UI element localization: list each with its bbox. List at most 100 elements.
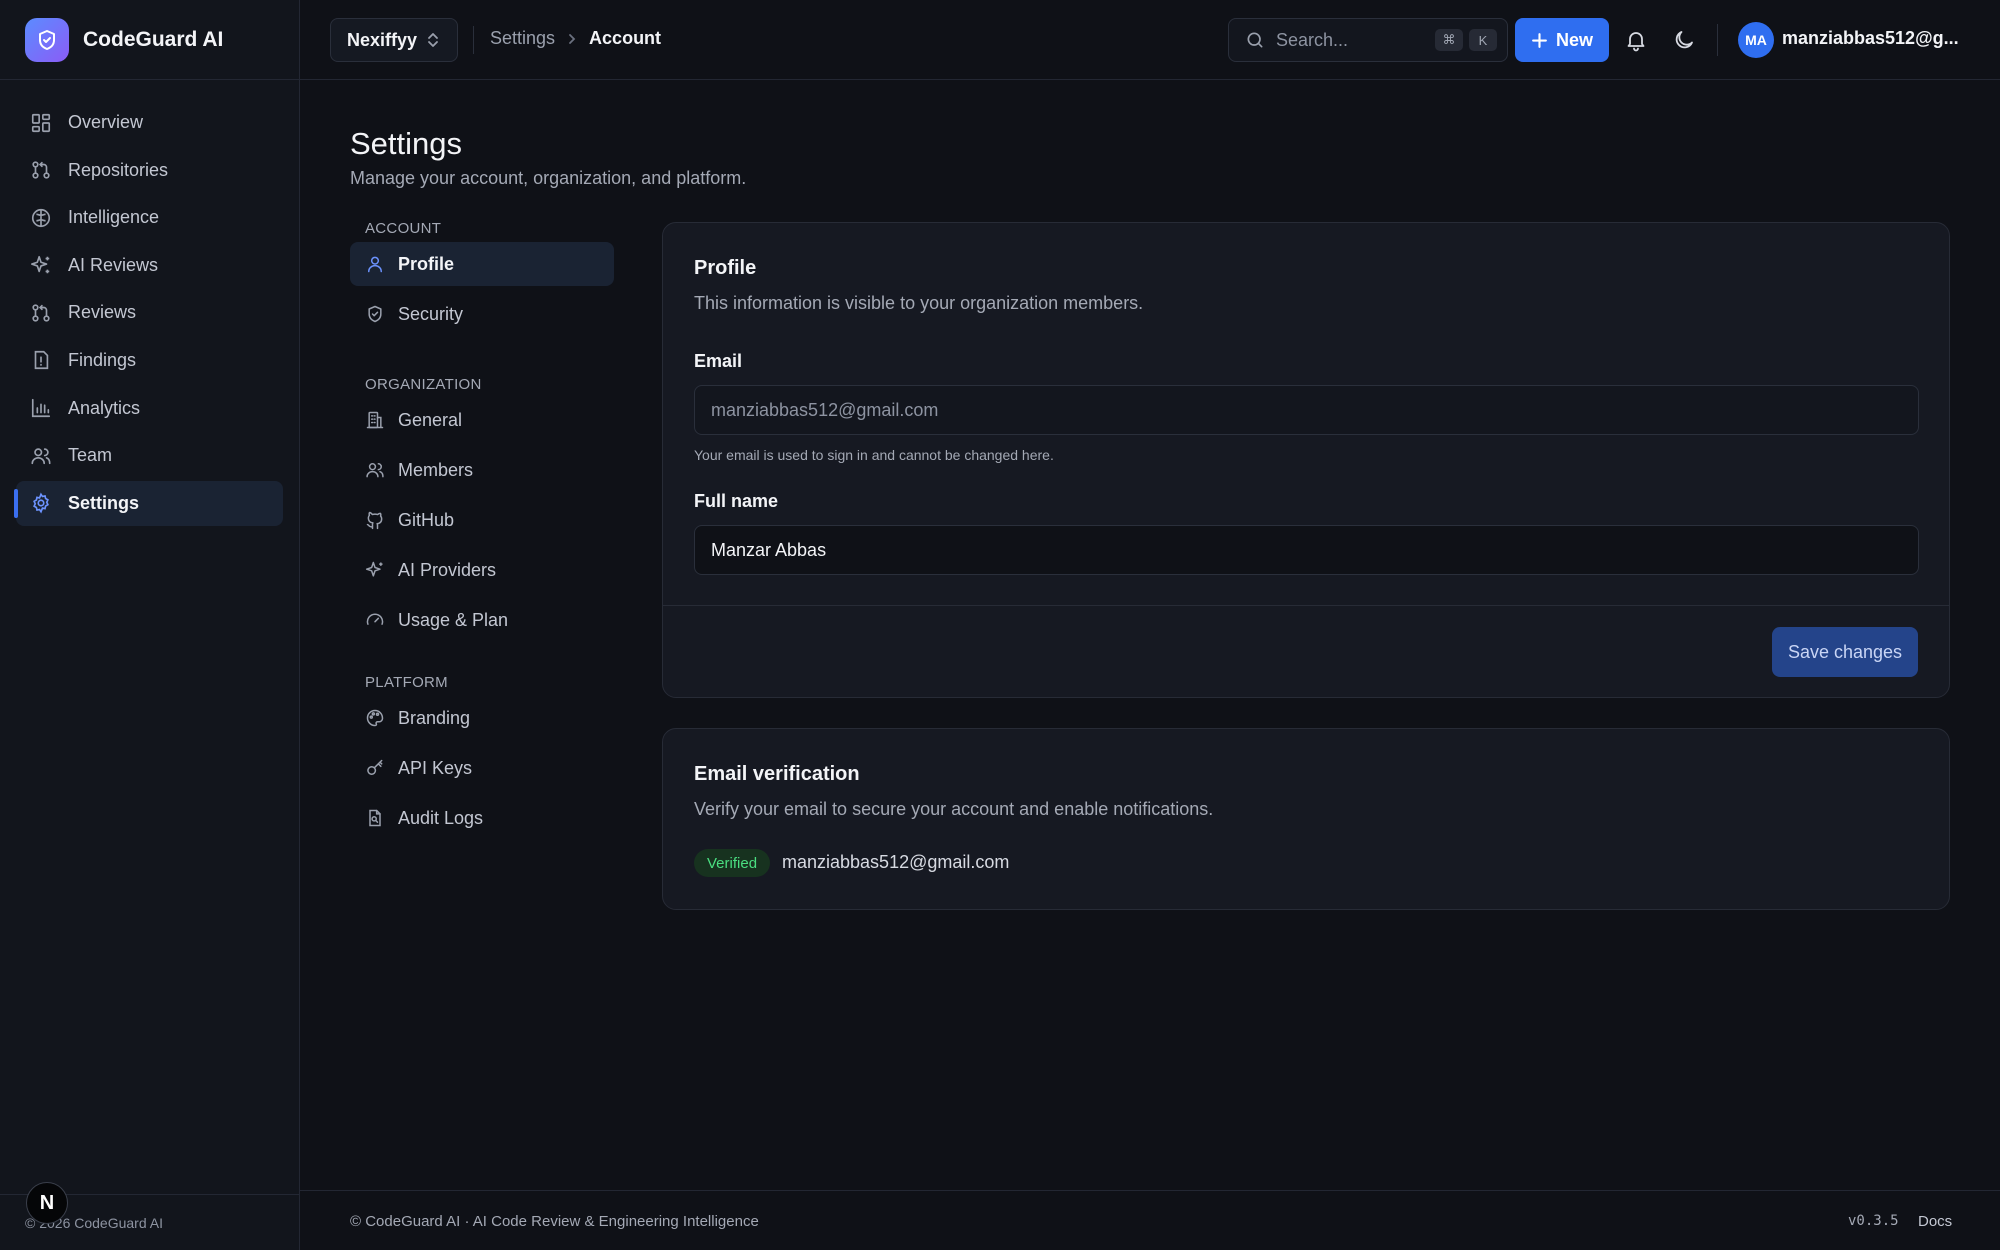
subnav-item-branding[interactable]: Branding bbox=[350, 696, 614, 740]
subnav-item-audit-logs[interactable]: Audit Logs bbox=[350, 796, 614, 840]
page-footer: © CodeGuard AI · AI Code Review & Engine… bbox=[300, 1190, 2000, 1250]
users-icon bbox=[30, 445, 52, 467]
sidebar-item-repositories[interactable]: Repositories bbox=[16, 148, 283, 193]
breadcrumb: Settings Account bbox=[490, 28, 661, 49]
subnav-item-general[interactable]: General bbox=[350, 398, 614, 442]
sparkles-icon bbox=[30, 254, 52, 276]
subnav-label: AI Providers bbox=[398, 559, 497, 580]
subnav-group-platform: PLATFORM bbox=[365, 674, 448, 691]
subnav-group-organization: ORGANIZATION bbox=[365, 376, 482, 393]
verified-email: manziabbas512@gmail.com bbox=[782, 852, 1010, 872]
git-pull-request-icon bbox=[30, 302, 52, 324]
shortcut-key-cmd: ⌘ bbox=[1435, 29, 1463, 51]
profile-description: This information is visible to your orga… bbox=[694, 293, 1144, 313]
plus-icon bbox=[1531, 32, 1548, 49]
email-verification-card: Email verification Verify your email to … bbox=[662, 728, 1950, 910]
user-menu[interactable]: manziabbas512@g... bbox=[1782, 28, 1959, 49]
search-placeholder: Search... bbox=[1276, 29, 1349, 50]
sidebar-item-label: Overview bbox=[68, 112, 144, 132]
sidebar-item-findings[interactable]: Findings bbox=[16, 338, 283, 383]
profile-title: Profile bbox=[694, 257, 757, 279]
subnav-label: API Keys bbox=[398, 757, 473, 778]
full-name-label: Full name bbox=[694, 491, 779, 511]
email-hint: Your email is used to sign in and cannot… bbox=[694, 447, 1054, 463]
subnav-item-usage-plan[interactable]: Usage & Plan bbox=[350, 598, 614, 642]
shield-icon bbox=[25, 17, 69, 62]
subnav-item-security[interactable]: Security bbox=[350, 292, 614, 336]
divider bbox=[473, 26, 474, 54]
key-icon bbox=[365, 758, 385, 778]
sidebar-item-label: Intelligence bbox=[68, 207, 160, 228]
verification-description: Verify your email to secure your account… bbox=[694, 799, 1214, 819]
users-icon bbox=[365, 460, 385, 480]
github-icon bbox=[365, 510, 385, 530]
brand-name: CodeGuard AI bbox=[83, 27, 224, 51]
subnav-label: Security bbox=[398, 303, 464, 324]
sidebar-item-label: AI Reviews bbox=[68, 254, 159, 275]
sidebar-item-label: Repositories bbox=[68, 159, 169, 180]
subnav-item-profile[interactable]: Profile bbox=[350, 242, 614, 286]
verified-badge: Verified bbox=[694, 849, 771, 877]
breadcrumb-settings[interactable]: Settings bbox=[490, 28, 555, 49]
sidebar-item-label: Analytics bbox=[68, 397, 141, 418]
gauge-icon bbox=[365, 610, 385, 630]
gear-icon bbox=[30, 492, 52, 514]
git-pull-request-icon bbox=[30, 159, 52, 181]
profile-card: Profile This information is visible to y… bbox=[662, 222, 1950, 698]
search-input[interactable]: Search... ⌘ K bbox=[1228, 18, 1508, 62]
subnav-group-account: ACCOUNT bbox=[365, 220, 442, 237]
sidebar-item-label: Reviews bbox=[68, 302, 137, 323]
sidebar-item-label: Findings bbox=[68, 349, 137, 370]
sidebar: CodeGuard AI Overview Repositories Intel… bbox=[0, 0, 300, 1250]
search-icon bbox=[1245, 30, 1265, 50]
dev-tools-badge[interactable]: N bbox=[26, 1182, 68, 1224]
avatar[interactable]: MA bbox=[1738, 22, 1774, 58]
main-content: Settings Manage your account, organizati… bbox=[300, 80, 2000, 1190]
full-name-field[interactable] bbox=[694, 525, 1919, 575]
sidebar-nav: Overview Repositories Intelligence AI Re… bbox=[0, 80, 299, 526]
subnav-label: General bbox=[398, 409, 463, 430]
save-changes-button[interactable]: Save changes bbox=[1772, 627, 1918, 677]
verification-title: Email verification bbox=[694, 763, 860, 785]
sidebar-item-reviews[interactable]: Reviews bbox=[16, 290, 283, 335]
org-name: Nexiffyy bbox=[347, 29, 418, 50]
bell-icon[interactable] bbox=[1624, 28, 1648, 52]
sidebar-item-overview[interactable]: Overview bbox=[16, 100, 283, 145]
moon-icon[interactable] bbox=[1672, 28, 1696, 52]
sidebar-item-label: Settings bbox=[68, 492, 140, 513]
footer-copyright: © CodeGuard AI · AI Code Review & Engine… bbox=[350, 1213, 759, 1230]
building-icon bbox=[365, 410, 385, 430]
sidebar-item-team[interactable]: Team bbox=[16, 433, 283, 478]
alert-file-icon bbox=[30, 349, 52, 371]
sidebar-item-ai-reviews[interactable]: AI Reviews bbox=[16, 243, 283, 288]
subnav-item-github[interactable]: GitHub bbox=[350, 498, 614, 542]
page-title: Settings bbox=[350, 126, 463, 161]
sidebar-item-settings[interactable]: Settings bbox=[14, 480, 283, 526]
divider bbox=[1717, 24, 1718, 56]
subnav-label: Audit Logs bbox=[398, 807, 484, 828]
subnav-item-api-keys[interactable]: API Keys bbox=[350, 746, 614, 790]
subnav-label: Usage & Plan bbox=[398, 609, 509, 630]
subnav-item-members[interactable]: Members bbox=[350, 448, 614, 492]
brain-icon bbox=[30, 207, 52, 229]
chevron-right-icon bbox=[565, 32, 579, 46]
subnav-label: Branding bbox=[398, 707, 471, 728]
new-button[interactable]: New bbox=[1515, 18, 1609, 62]
sidebar-item-intelligence[interactable]: Intelligence bbox=[16, 195, 283, 240]
shortcut-key-k: K bbox=[1469, 29, 1497, 51]
subnav-label: Profile bbox=[398, 253, 455, 274]
version-label: v0.3.5 bbox=[1848, 1213, 1899, 1229]
brand[interactable]: CodeGuard AI bbox=[0, 0, 299, 80]
subnav-item-ai-providers[interactable]: AI Providers bbox=[350, 548, 614, 592]
docs-link[interactable]: Docs bbox=[1918, 1213, 1952, 1230]
breadcrumb-account: Account bbox=[589, 28, 662, 48]
sidebar-item-analytics[interactable]: Analytics bbox=[16, 386, 283, 431]
new-button-label: New bbox=[1555, 29, 1593, 50]
chevron-up-down-icon bbox=[425, 31, 441, 49]
topbar: Nexiffyy Settings Account Search... ⌘ K … bbox=[300, 0, 2000, 80]
bar-chart-icon bbox=[30, 397, 52, 419]
sidebar-item-label: Team bbox=[68, 445, 113, 466]
org-switcher[interactable]: Nexiffyy bbox=[330, 18, 458, 62]
email-field[interactable] bbox=[694, 385, 1919, 435]
divider bbox=[663, 605, 1949, 606]
